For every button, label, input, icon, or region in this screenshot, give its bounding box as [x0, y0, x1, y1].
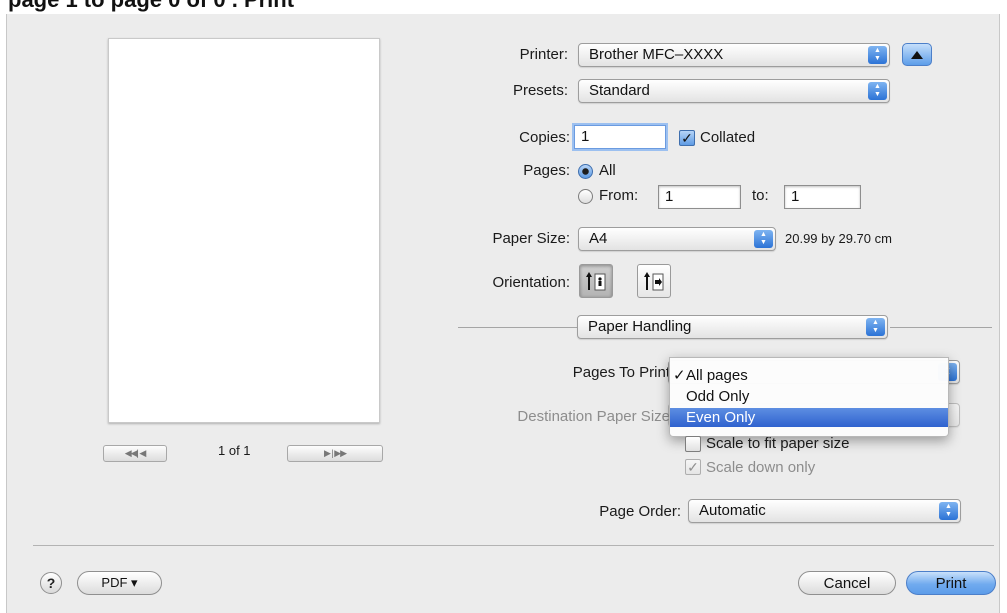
copies-value: 1 [581, 128, 590, 145]
popup-arrows-icon: ▲▼ [868, 82, 887, 100]
orientation-portrait-button[interactable] [579, 264, 613, 298]
section-value: Paper Handling [588, 318, 692, 335]
page-preview [108, 38, 380, 423]
section-divider-left [458, 327, 577, 328]
paper-dimensions: 20.99 by 29.70 cm [785, 231, 892, 246]
menu-item-all-pages[interactable]: ✓ All pages [670, 366, 948, 385]
menu-item-label: Odd Only [686, 388, 750, 405]
printer-popup[interactable]: Brother MFC–XXXX ▲ ▼ [578, 43, 890, 67]
section-popup[interactable]: Paper Handling ▲ ▼ [577, 315, 888, 339]
pages-from-field[interactable]: 1 [658, 185, 741, 209]
scale-to-fit-checkbox[interactable] [685, 436, 701, 452]
cancel-label: Cancel [823, 574, 871, 592]
paper-size-value: A4 [589, 230, 608, 247]
pages-from-radio[interactable] [578, 189, 593, 204]
page-order-value: Automatic [699, 502, 766, 519]
copies-field[interactable]: 1 [574, 125, 666, 149]
page-indicator: 1 of 1 [218, 443, 251, 458]
paper-size-popup[interactable]: A4 ▲ ▼ [578, 227, 776, 251]
pages-from-value: 1 [665, 188, 674, 205]
preview-next-buttons[interactable]: ▶ | ▶▶ [287, 445, 383, 462]
presets-popup[interactable]: Standard ▲ ▼ [578, 79, 890, 103]
menu-item-label: Even Only [686, 409, 756, 426]
document-caption: page 1 to page 0 of 0 . Print [0, 0, 1007, 14]
caption-text: page 1 to page 0 of 0 . Print [8, 0, 294, 13]
scale-down-label: Scale down only [706, 459, 816, 476]
chevron-up-icon [911, 50, 923, 59]
help-icon: ? [46, 575, 56, 591]
next-icon: ▶ | ▶▶ [323, 448, 347, 458]
orientation-landscape-button[interactable] [637, 264, 671, 298]
paper-size-label: Paper Size: [492, 230, 570, 247]
pages-all-label: All [599, 162, 616, 179]
pages-to-print-menu: ✓ All pages Odd Only Even Only [669, 357, 949, 437]
scale-to-fit-label: Scale to fit paper size [706, 435, 850, 452]
printer-label: Printer: [519, 46, 568, 63]
presets-value: Standard [589, 82, 650, 99]
destination-paper-size-label: Destination Paper Size [517, 408, 670, 425]
landscape-orientation-icon [644, 272, 664, 291]
presets-label: Presets: [512, 82, 568, 99]
pages-to-value: 1 [791, 188, 800, 205]
collated-label: Collated [700, 129, 756, 146]
menu-item-label: All pages [686, 367, 748, 384]
cancel-button[interactable]: Cancel [798, 571, 896, 595]
menu-item-even-only[interactable]: Even Only [670, 408, 948, 427]
page-order-popup[interactable]: Automatic ▲ ▼ [688, 499, 961, 523]
pages-to-print-label: Pages To Print [572, 364, 670, 381]
preview-prev-buttons[interactable]: ◀◀| ◀ [103, 445, 167, 462]
copies-label: Copies: [519, 129, 570, 146]
print-label: Print [935, 574, 967, 592]
pages-to-label: to: [752, 187, 769, 204]
checkmark-icon: ✓ [673, 367, 686, 384]
popup-arrows-icon: ▲▼ [868, 46, 887, 64]
pages-all-radio[interactable] [578, 164, 593, 179]
popup-arrows-icon: ▲▼ [939, 502, 958, 520]
print-button[interactable]: Print [906, 571, 996, 595]
pdf-menu-button[interactable]: PDF ▾ [77, 571, 162, 595]
prev-icon: ◀◀| ◀ [124, 448, 147, 458]
page-order-label: Page Order: [599, 503, 681, 520]
menu-item-odd-only[interactable]: Odd Only [670, 387, 948, 406]
popup-arrows-icon: ▲▼ [754, 230, 773, 248]
pdf-label: PDF ▾ [101, 575, 138, 590]
section-divider-right [890, 327, 992, 328]
collated-checkbox[interactable]: ✓ [679, 130, 695, 146]
footer-divider [33, 545, 994, 546]
pages-from-label: From: [599, 187, 639, 204]
scale-down-checkbox[interactable]: ✓ [685, 459, 701, 475]
printer-value: Brother MFC–XXXX [589, 46, 724, 63]
expand-dialog-button[interactable] [902, 43, 932, 66]
print-dialog-screenshot: page 1 to page 0 of 0 . Print ◀◀| ◀ 1 of… [0, 0, 1007, 613]
popup-arrows-icon: ▲▼ [866, 318, 885, 336]
pages-to-field[interactable]: 1 [784, 185, 861, 209]
pages-label: Pages: [523, 162, 570, 179]
help-button[interactable]: ? [40, 572, 62, 594]
orientation-label: Orientation: [492, 274, 570, 291]
portrait-orientation-icon [586, 272, 606, 291]
